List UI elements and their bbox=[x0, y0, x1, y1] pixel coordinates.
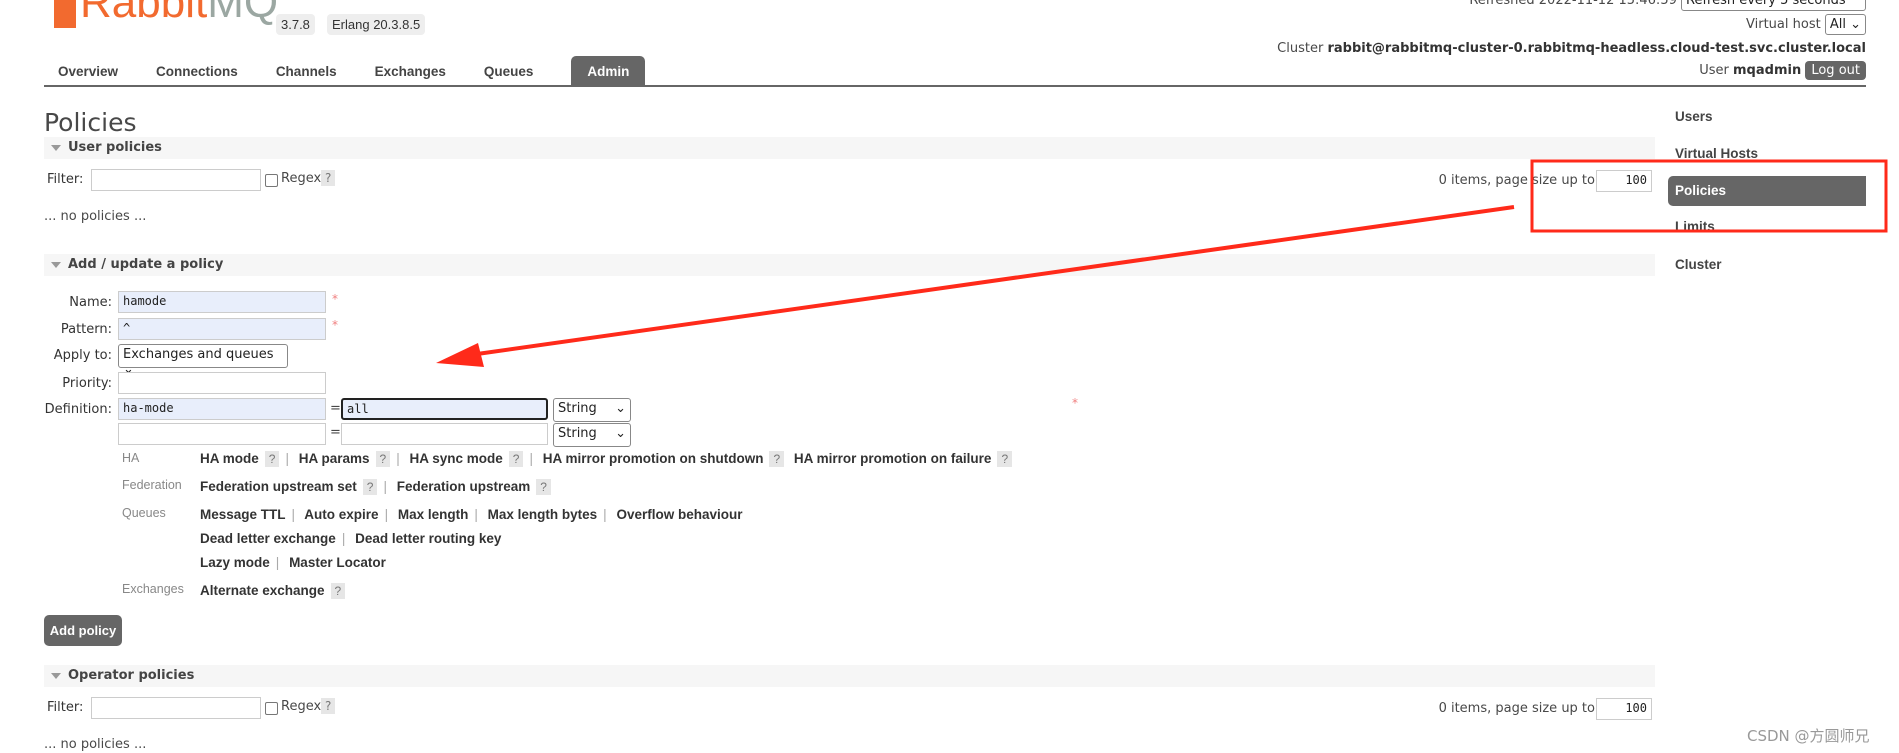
watermark: CSDN @方圆师兄 bbox=[1747, 727, 1870, 745]
annotation-arrow-shaft bbox=[469, 205, 1515, 357]
highlight-box bbox=[1530, 159, 1888, 233]
annotation-overlay bbox=[436, 159, 1888, 367]
annotation-arrowhead-icon bbox=[436, 343, 484, 367]
